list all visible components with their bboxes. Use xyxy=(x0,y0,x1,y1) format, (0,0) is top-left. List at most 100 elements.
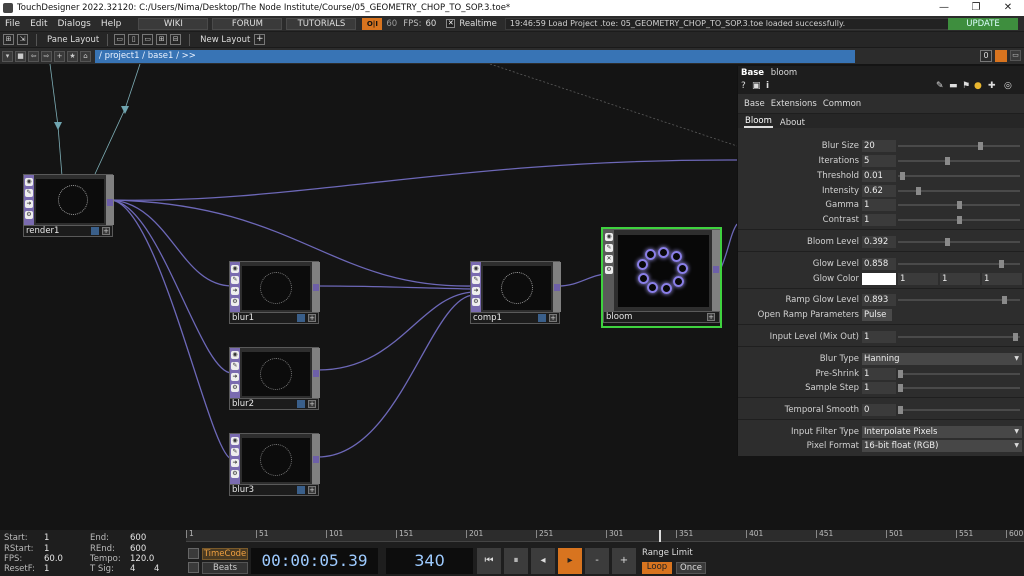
cook-icon[interactable]: ⚑ xyxy=(962,81,970,91)
slider-knob[interactable] xyxy=(944,238,950,246)
slider-knob[interactable] xyxy=(898,406,903,414)
layout-split-h-icon[interactable]: ▯ xyxy=(128,34,140,45)
network-path[interactable]: / project1 / base1 / >> xyxy=(95,49,855,63)
python-help-icon[interactable]: ▣ xyxy=(752,81,761,91)
beats-toggle-icon[interactable] xyxy=(188,562,199,573)
output-port[interactable] xyxy=(313,284,319,291)
node-info-icon[interactable] xyxy=(91,227,99,235)
node-comp1[interactable]: ◉ ✎ ➜ ⚙ comp1 + xyxy=(470,261,561,324)
param-slider[interactable] xyxy=(898,370,1020,378)
param-slider[interactable] xyxy=(898,216,1020,224)
forward-icon[interactable]: ⇨ xyxy=(41,50,52,62)
new-layout-plus-button[interactable]: + xyxy=(254,34,266,45)
end-value[interactable]: 600 xyxy=(130,533,146,543)
rend-value[interactable]: 600 xyxy=(130,544,146,554)
param-slider[interactable] xyxy=(898,157,1020,165)
node-info-icon[interactable] xyxy=(297,486,305,494)
slider-knob[interactable] xyxy=(944,157,950,165)
render-flag-icon[interactable]: ⚙ xyxy=(231,470,239,478)
node-expand-icon[interactable]: + xyxy=(308,486,316,494)
pane-split-icon[interactable]: ⊞ xyxy=(3,34,14,45)
menu-help[interactable]: Help xyxy=(96,19,127,29)
target-icon[interactable]: ◎ xyxy=(1004,81,1012,91)
param-value[interactable]: 1 xyxy=(862,368,896,380)
node-bloom[interactable]: ◉ ✎ ✕ ⚙ bloom + xyxy=(601,227,722,328)
slider-knob[interactable] xyxy=(998,260,1004,268)
param-value[interactable]: 1 xyxy=(862,331,896,343)
pixel-format-dropdown[interactable]: 16-bit float (RGB) xyxy=(862,440,1022,452)
timecode-button[interactable]: TimeCode xyxy=(202,548,248,560)
menu-file[interactable]: File xyxy=(0,19,25,29)
python-icon[interactable]: ● xyxy=(974,81,982,91)
render-flag-icon[interactable]: ⚙ xyxy=(605,266,613,274)
slider-knob[interactable] xyxy=(898,384,903,392)
render-flag-icon[interactable]: ⚙ xyxy=(231,384,239,392)
maximize-button[interactable]: ❐ xyxy=(960,0,992,16)
output-port[interactable] xyxy=(554,284,560,291)
output-port[interactable] xyxy=(313,456,319,463)
step-plus-button[interactable]: + xyxy=(612,548,636,574)
node-info-icon[interactable] xyxy=(297,400,305,408)
node-render1[interactable]: ◉ ✎ ➜ ⚙ render1 + xyxy=(23,174,114,237)
edit-flag-icon[interactable]: ✎ xyxy=(605,244,613,252)
pane-color-icon[interactable] xyxy=(995,50,1007,62)
viewer-flag-icon[interactable]: ◉ xyxy=(231,265,239,273)
node-expand-icon[interactable]: + xyxy=(308,314,316,322)
node-expand-icon[interactable]: + xyxy=(308,400,316,408)
param-slider[interactable] xyxy=(898,142,1020,150)
render-flag-icon[interactable]: ⚙ xyxy=(231,298,239,306)
clone-flag-icon[interactable]: ➜ xyxy=(25,200,33,208)
param-slider[interactable] xyxy=(898,187,1020,195)
slider-knob[interactable] xyxy=(1002,296,1008,304)
step-back-button[interactable]: ◂ xyxy=(531,548,555,574)
param-value[interactable]: 1 xyxy=(862,382,896,394)
loop-button[interactable]: Loop xyxy=(642,562,672,574)
info-icon[interactable]: i xyxy=(766,81,769,91)
bookmark-star-icon[interactable]: ★ xyxy=(67,50,78,62)
node-expand-icon[interactable]: + xyxy=(102,227,110,235)
viewer-flag-icon[interactable]: ◉ xyxy=(605,233,613,241)
node-blur1[interactable]: ◉ ✎ ➜ ⚙ blur1 + xyxy=(229,261,320,324)
viewer-flag-icon[interactable]: ◉ xyxy=(25,178,33,186)
edit-flag-icon[interactable]: ✎ xyxy=(231,276,239,284)
layout-single-icon[interactable]: ▭ xyxy=(114,34,126,45)
param-value[interactable]: 0.62 xyxy=(862,185,896,197)
glow-color-g[interactable]: 1 xyxy=(898,273,938,285)
performance-monitor-icon[interactable]: O|I xyxy=(362,17,383,30)
pulse-button[interactable]: Pulse xyxy=(862,309,892,321)
param-value[interactable]: 1 xyxy=(862,214,896,226)
tsig-numerator[interactable]: 4 xyxy=(130,564,135,574)
step-minus-button[interactable]: - xyxy=(585,548,609,574)
timeline-ruler[interactable]: 1 51 101 151 201 251 301 351 401 451 501… xyxy=(186,530,1024,542)
param-slider[interactable] xyxy=(898,172,1020,180)
tutorials-button[interactable]: TUTORIALS xyxy=(286,17,357,30)
timecode-display[interactable]: 00:00:05.39 xyxy=(251,548,378,574)
once-button[interactable]: Once xyxy=(676,562,706,574)
edit-icon[interactable]: ✎ xyxy=(936,81,944,91)
pane-type-icon[interactable]: ■ xyxy=(15,50,26,62)
timecode-toggle-icon[interactable] xyxy=(188,548,199,559)
output-port[interactable] xyxy=(313,370,319,377)
param-value[interactable]: 0 xyxy=(862,404,896,416)
fps-value[interactable]: 60.0 xyxy=(44,554,63,564)
node-info-icon[interactable] xyxy=(538,314,546,322)
start-value[interactable]: 1 xyxy=(44,533,49,543)
pause-button[interactable]: ⏸ xyxy=(504,548,528,574)
frame-display[interactable]: 340 xyxy=(386,548,473,574)
home-icon[interactable]: ⌂ xyxy=(80,50,91,62)
tab-common[interactable]: Common xyxy=(823,99,861,109)
param-slider[interactable] xyxy=(898,238,1020,246)
pane-close-icon[interactable]: ▭ xyxy=(1010,50,1021,61)
viewer-flag-icon[interactable]: ◉ xyxy=(472,265,480,273)
output-port[interactable] xyxy=(107,199,113,206)
slider-knob[interactable] xyxy=(900,172,906,180)
param-slider[interactable] xyxy=(898,384,1020,392)
tab-extensions[interactable]: Extensions xyxy=(771,99,817,109)
node-info-icon[interactable] xyxy=(297,314,305,322)
playhead[interactable] xyxy=(659,530,661,542)
viewer-flag-icon[interactable]: ◉ xyxy=(231,351,239,359)
pane-float-icon[interactable]: ⇲ xyxy=(17,34,28,45)
tempo-value[interactable]: 120.0 xyxy=(130,554,154,564)
beats-button[interactable]: Beats xyxy=(202,562,248,574)
clone-flag-icon[interactable]: ➜ xyxy=(472,287,480,295)
